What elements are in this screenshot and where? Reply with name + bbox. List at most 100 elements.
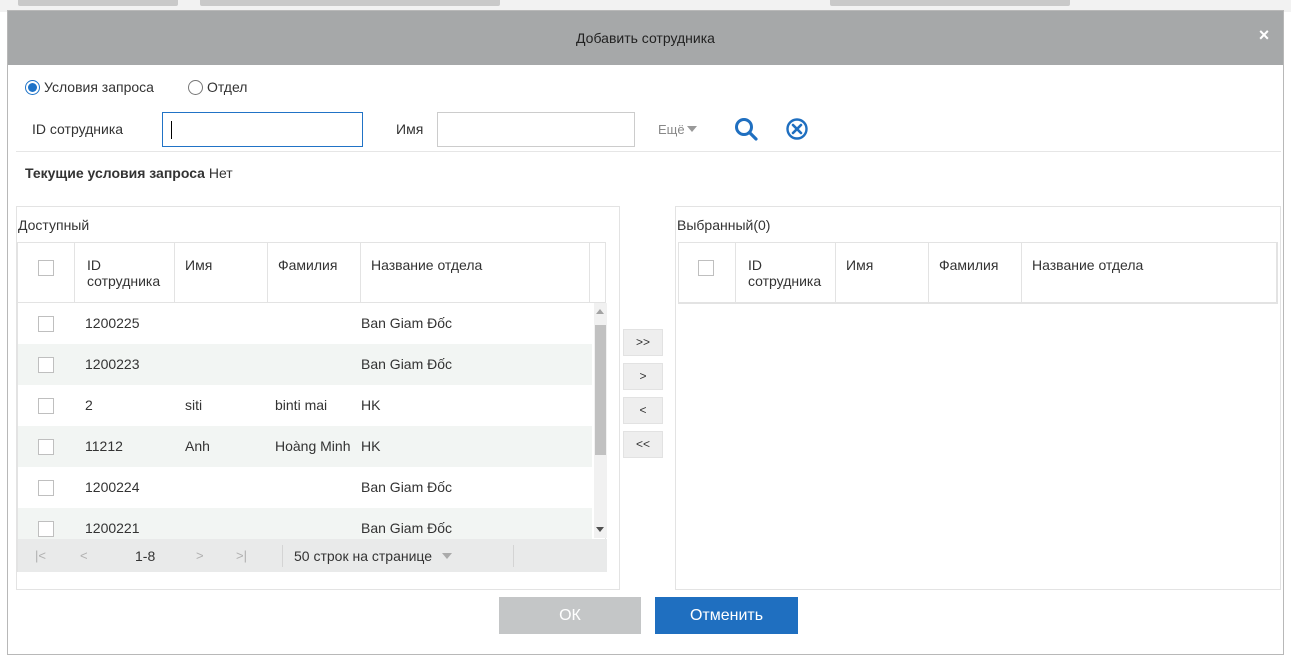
close-icon[interactable]: × (1255, 26, 1273, 44)
scroll-up-icon[interactable] (596, 309, 604, 314)
column-header-department[interactable]: Название отдела (1022, 243, 1277, 302)
query-mode-group: Условия запроса Отдел (25, 79, 281, 95)
table-row[interactable]: 1200225 Ban Giam Đốc (18, 303, 592, 344)
move-all-right-button[interactable]: >> (623, 329, 663, 356)
cell-last-name: Hoàng Minh (275, 438, 351, 454)
cell-id: 2 (85, 397, 93, 413)
cell-id: 11212 (85, 438, 123, 454)
table-row[interactable]: 1200223 Ban Giam Đốc (18, 344, 592, 385)
dialog-titlebar: Добавить сотрудника × (8, 11, 1283, 65)
clear-icon[interactable] (785, 117, 809, 141)
page-range: 1-8 (135, 548, 156, 564)
available-title: Доступный (18, 217, 90, 233)
move-all-left-button[interactable]: << (623, 431, 663, 458)
column-header-id[interactable]: ID сотрудника (75, 243, 175, 302)
rows-per-page-select[interactable]: 50 строк на странице (294, 548, 453, 564)
grid-header: ID сотрудника Имя Фамилия Название отдел… (18, 243, 605, 303)
row-checkbox[interactable] (38, 521, 54, 537)
cell-department: Ban Giam Đốc (361, 479, 453, 495)
row-checkbox[interactable] (38, 316, 54, 332)
filter-row: ID сотрудника Имя Ещё (25, 112, 1275, 147)
column-header-label: Название отдела (371, 257, 483, 273)
column-header-label: ID сотрудника (748, 257, 822, 289)
cancel-button[interactable]: Отменить (655, 597, 798, 634)
available-panel: Доступный ID сотрудника Имя Фамилия Назв… (16, 206, 620, 590)
employee-id-input[interactable] (162, 112, 363, 147)
scroll-down-icon[interactable] (596, 527, 604, 532)
scrollbar-thumb[interactable] (595, 325, 606, 455)
column-header-first-name[interactable]: Имя (836, 243, 929, 302)
transfer-controls: >> > < << (620, 206, 675, 590)
move-right-button[interactable]: > (623, 363, 663, 390)
select-all-checkbox[interactable] (698, 260, 714, 276)
more-filters-toggle[interactable]: Ещё (658, 122, 697, 137)
radio-label: Отдел (206, 79, 248, 95)
column-header-last-name[interactable]: Фамилия (268, 243, 361, 302)
cell-first-name: Anh (185, 438, 210, 454)
column-header-department[interactable]: Название отдела (361, 243, 590, 302)
table-row[interactable]: 2 siti binti mai HK (18, 385, 592, 426)
cell-first-name: siti (185, 397, 203, 413)
chevron-down-icon (442, 553, 453, 559)
select-all-checkbox[interactable] (38, 260, 54, 276)
radio-query-conditions[interactable]: Условия запроса (25, 79, 154, 95)
employee-id-label: ID сотрудника (32, 121, 124, 137)
pager-divider (513, 545, 514, 567)
background-blur (200, 0, 500, 6)
column-header-label: Имя (846, 257, 874, 273)
name-input[interactable] (437, 112, 635, 147)
cell-department: Ban Giam Đốc (361, 356, 453, 372)
divider (16, 151, 1281, 152)
selected-title: Выбранный(0) (677, 217, 771, 233)
name-label: Имя (396, 121, 424, 137)
header-select-all (679, 243, 736, 302)
selected-panel: Выбранный(0) ID сотрудника Имя Фамилия Н… (675, 206, 1281, 590)
prev-page-icon[interactable]: < (80, 548, 88, 563)
current-conditions-value: Нет (208, 165, 233, 181)
ok-button[interactable]: ОК (499, 597, 641, 634)
column-header-last-name[interactable]: Фамилия (929, 243, 1022, 302)
move-left-button[interactable]: < (623, 397, 663, 424)
row-checkbox[interactable] (38, 357, 54, 373)
radio-unchecked-icon[interactable] (187, 79, 203, 95)
column-header-label: ID сотрудника (87, 257, 161, 289)
radio-department[interactable]: Отдел (187, 79, 248, 95)
pager-divider (282, 545, 283, 567)
rows-per-page-label: 50 строк на странице (294, 548, 433, 564)
add-employee-dialog: Добавить сотрудника × Условия запроса От… (7, 10, 1284, 655)
column-header-label: Фамилия (278, 257, 338, 273)
cell-department: HK (361, 438, 381, 454)
more-label: Ещё (658, 122, 685, 137)
row-checkbox[interactable] (38, 398, 54, 414)
radio-checked-icon[interactable] (25, 79, 40, 95)
cell-last-name: binti mai (275, 397, 328, 413)
column-header-first-name[interactable]: Имя (175, 243, 268, 302)
column-header-label: Имя (185, 257, 213, 273)
background-blur (830, 0, 1070, 6)
row-checkbox[interactable] (38, 480, 54, 496)
grid-body: 1200225 Ban Giam Đốc 1200223 Ban Giam Đố… (18, 303, 592, 539)
dialog-title: Добавить сотрудника (576, 30, 715, 46)
cell-department: Ban Giam Đốc (361, 520, 453, 536)
next-page-icon[interactable]: > (196, 548, 204, 563)
table-row[interactable]: 1200224 Ban Giam Đốc (18, 467, 592, 508)
grid-header: ID сотрудника Имя Фамилия Название отдел… (679, 243, 1277, 303)
table-row[interactable]: 11212 Anh Hoàng Minh HK (18, 426, 592, 467)
search-icon[interactable] (733, 116, 759, 142)
cell-id: 1200224 (85, 479, 140, 495)
current-conditions-label: Текущие условия запроса (25, 165, 205, 181)
available-grid: ID сотрудника Имя Фамилия Название отдел… (17, 242, 607, 572)
vertical-scrollbar[interactable] (594, 303, 607, 538)
first-page-icon[interactable]: |< (35, 548, 46, 563)
row-checkbox[interactable] (38, 439, 54, 455)
chevron-down-icon (686, 126, 697, 132)
table-row[interactable]: 1200221 Ban Giam Đốc (18, 508, 592, 539)
column-header-id[interactable]: ID сотрудника (736, 243, 836, 302)
pagination-bar: |< < 1-8 > >| 50 строк на странице (18, 539, 607, 572)
radio-label: Условия запроса (44, 79, 154, 95)
column-header-label: Название отдела (1032, 257, 1144, 273)
background-blur (18, 0, 178, 6)
cell-id: 1200221 (85, 520, 140, 536)
last-page-icon[interactable]: >| (236, 548, 247, 563)
selected-grid: ID сотрудника Имя Фамилия Название отдел… (678, 242, 1278, 304)
